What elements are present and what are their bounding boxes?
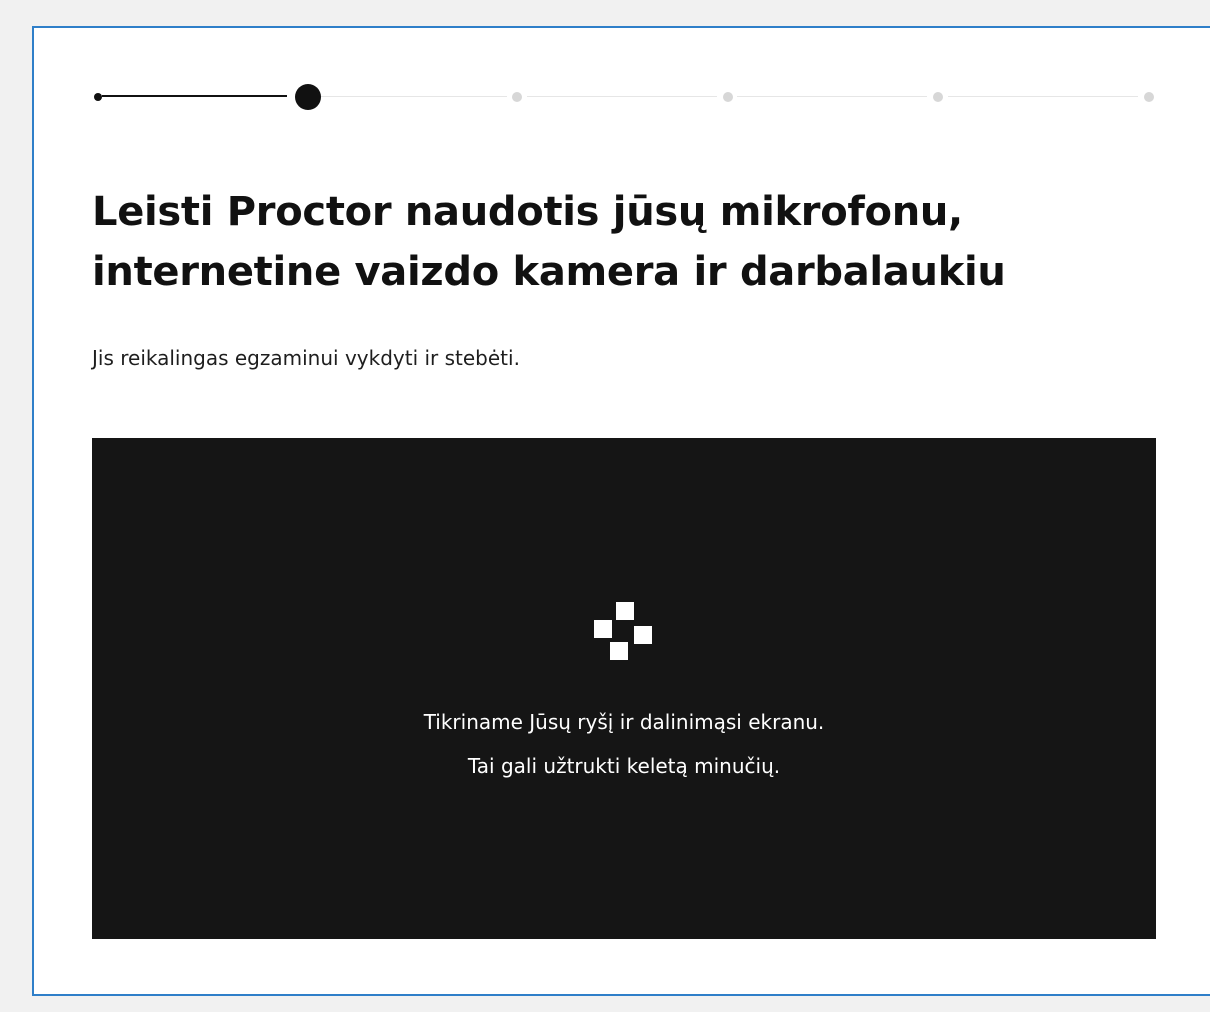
page-subtitle: Jis reikalingas egzaminui vykdyti ir ste… [92,346,520,370]
step-connector [737,96,927,97]
step-1-dot [94,93,102,101]
page-title: Leisti Proctor naudotis jūsų mikrofonu, … [92,182,1092,302]
step-connector [948,96,1138,97]
step-3-dot [512,92,522,102]
connection-status-text: Tikriname Jūsų ryšį ir dalinimąsi ekranu… [92,700,1156,788]
step-4-dot [723,92,733,102]
status-line-1: Tikriname Jūsų ryšį ir dalinimąsi ekranu… [423,710,825,734]
status-line-2: Tai gali užtrukti keletą minučių. [467,754,781,778]
step-5-dot [933,92,943,102]
step-2-dot-current [295,84,321,110]
step-connector [317,96,507,97]
page-title-line-2: internetine vaizdo kamera ir darbalaukiu [92,249,1006,295]
page-title-line-1: Leisti Proctor naudotis jūsų mikrofonu, [92,189,963,235]
permissions-card: Leisti Proctor naudotis jūsų mikrofonu, … [32,26,1210,996]
step-connector [527,96,717,97]
progress-stepper [92,82,1162,112]
loading-squares-icon [594,600,654,660]
step-connector-completed [102,95,287,97]
connection-check-panel: Tikriname Jūsų ryšį ir dalinimąsi ekranu… [92,438,1156,939]
step-6-dot [1144,92,1154,102]
